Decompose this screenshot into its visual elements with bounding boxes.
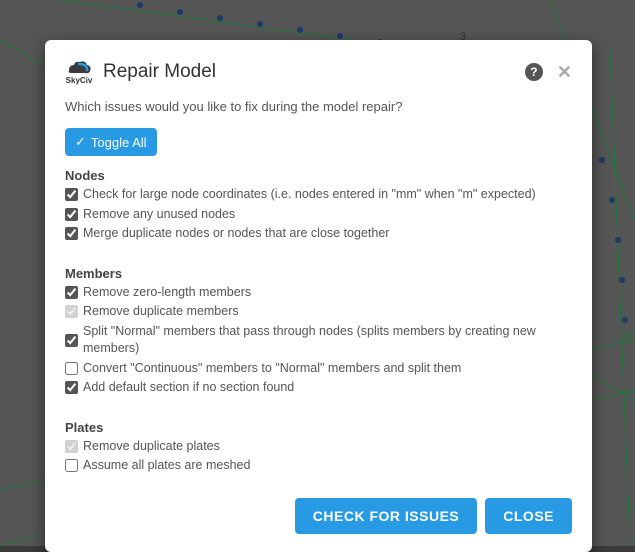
close-button[interactable]: CLOSE: [485, 498, 572, 534]
modal-footer: CHECK FOR ISSUES CLOSE: [65, 498, 572, 534]
checkbox-members-3[interactable]: [65, 362, 78, 375]
checkbox-nodes-0[interactable]: [65, 188, 78, 201]
section-title-plates: Plates: [65, 420, 572, 435]
check-label: Remove duplicate plates: [83, 438, 220, 456]
repair-model-dialog: SkyCiv Repair Model ? ✕ Which issues wou…: [45, 40, 592, 552]
checkbox-nodes-1[interactable]: [65, 208, 78, 221]
svg-text:28: 28: [620, 331, 632, 343]
check-label: Merge duplicate nodes or nodes that are …: [83, 225, 389, 243]
check-icon: ✓: [75, 134, 86, 150]
checkbox-nodes-2[interactable]: [65, 227, 78, 240]
check-row-plates-0[interactable]: Remove duplicate plates: [65, 437, 572, 457]
toggle-all-button[interactable]: ✓ Toggle All: [65, 128, 157, 156]
brand-logo: SkyCiv: [65, 58, 93, 85]
checkbox-plates-1[interactable]: [65, 459, 78, 472]
checkbox-plates-0[interactable]: [65, 440, 78, 453]
check-row-members-2[interactable]: Split "Normal" members that pass through…: [65, 322, 572, 359]
check-row-nodes-0[interactable]: Check for large node coordinates (i.e. n…: [65, 185, 572, 205]
check-label: Remove any unused nodes: [83, 206, 235, 224]
check-row-members-4[interactable]: Add default section if no section found: [65, 378, 572, 398]
check-label: Check for large node coordinates (i.e. n…: [83, 186, 536, 204]
check-row-plates-1[interactable]: Assume all plates are meshed: [65, 456, 572, 476]
brand-text: SkyCiv: [66, 76, 93, 85]
checkbox-members-0[interactable]: [65, 286, 78, 299]
section-title-nodes: Nodes: [65, 168, 572, 183]
check-label: Split "Normal" members that pass through…: [83, 323, 572, 358]
check-row-members-0[interactable]: Remove zero-length members: [65, 283, 572, 303]
check-label: Add default section if no section found: [83, 379, 294, 397]
prompt-text: Which issues would you like to fix durin…: [65, 99, 572, 114]
check-row-members-3[interactable]: Convert "Continuous" members to "Normal"…: [65, 359, 572, 379]
check-label: Convert "Continuous" members to "Normal"…: [83, 360, 461, 378]
help-icon[interactable]: ?: [525, 63, 543, 81]
modal-header: SkyCiv Repair Model ? ✕: [65, 58, 572, 85]
checkbox-members-1[interactable]: [65, 305, 78, 318]
section-title-members: Members: [65, 266, 572, 281]
check-label: Remove duplicate members: [83, 303, 239, 321]
checkbox-members-4[interactable]: [65, 381, 78, 394]
check-label: Assume all plates are meshed: [83, 457, 250, 475]
checkbox-members-2[interactable]: [65, 334, 78, 347]
check-row-nodes-2[interactable]: Merge duplicate nodes or nodes that are …: [65, 224, 572, 244]
close-icon[interactable]: ✕: [557, 63, 572, 81]
check-row-nodes-1[interactable]: Remove any unused nodes: [65, 205, 572, 225]
check-label: Remove zero-length members: [83, 284, 251, 302]
toggle-all-label: Toggle All: [91, 135, 147, 150]
modal-title: Repair Model: [103, 61, 525, 83]
check-for-issues-button[interactable]: CHECK FOR ISSUES: [295, 498, 477, 534]
check-row-members-1[interactable]: Remove duplicate members: [65, 302, 572, 322]
